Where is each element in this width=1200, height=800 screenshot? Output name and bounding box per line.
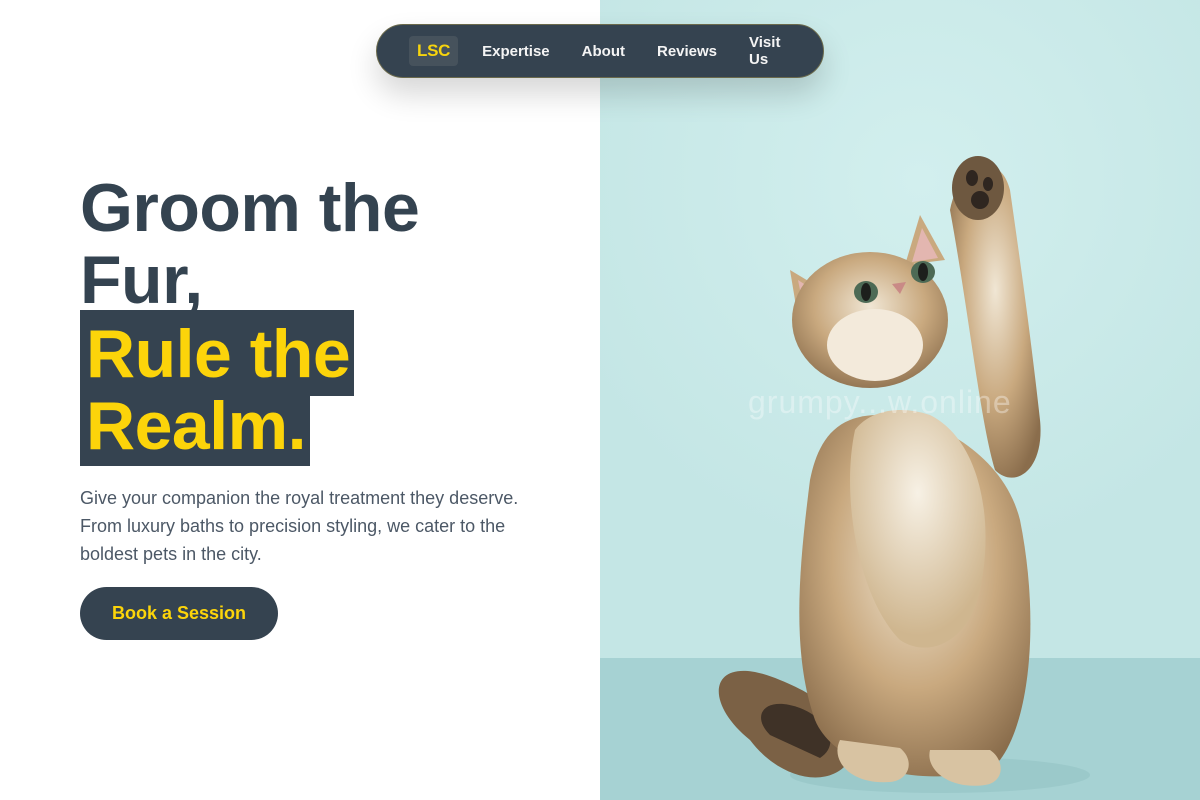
headline-highlight-line-2: Realm.	[80, 390, 310, 466]
book-session-button[interactable]: Book a Session	[80, 587, 278, 640]
top-navigation: LSC Expertise About Reviews Visit Us	[376, 24, 824, 78]
headline-line-1: Groom the	[80, 170, 420, 246]
hero-subtext: Give your companion the royal treatment …	[80, 488, 519, 564]
hero-image: grumpy...w.online	[600, 0, 1200, 800]
brand-logo[interactable]: LSC	[409, 36, 459, 66]
nav-link-reviews[interactable]: Reviews	[657, 43, 717, 60]
headline-line-2: Fur,	[80, 242, 203, 318]
hero-left-pane: Groom the Fur, Rule the Realm. Give your…	[0, 0, 600, 800]
nav-link-about[interactable]: About	[582, 43, 625, 60]
nav-link-expertise[interactable]: Expertise	[482, 43, 550, 60]
hero-headline: Groom the Fur,	[80, 170, 420, 318]
headline-highlight-line-1: Rule the	[80, 310, 355, 396]
nav-link-visit-us[interactable]: Visit Us	[749, 34, 791, 68]
image-watermark: grumpy...w.online	[748, 384, 1012, 420]
